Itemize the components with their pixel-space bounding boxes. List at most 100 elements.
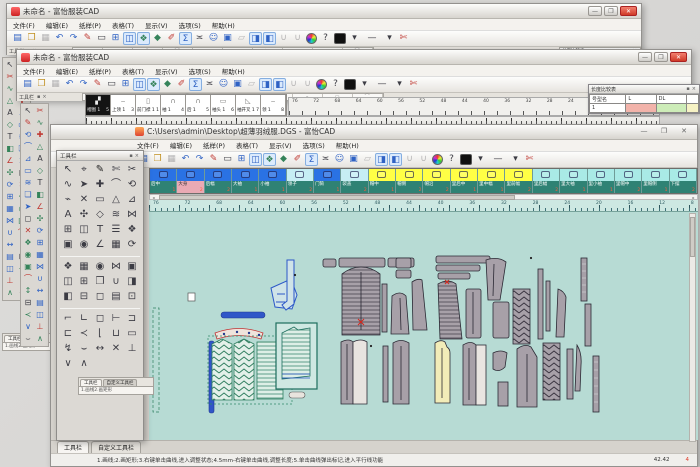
g-icon[interactable]: ∿ — [60, 178, 76, 193]
b-icon[interactable]: ⊟ — [76, 290, 92, 305]
tool-icon[interactable]: A — [34, 153, 46, 165]
pattern-piece-cell-里前幅[interactable]: 里前幅2 — [505, 169, 532, 193]
r-icon[interactable]: ↔ — [92, 342, 108, 357]
b-icon[interactable]: ◧ — [60, 290, 76, 305]
k-icon[interactable]: A — [60, 208, 76, 223]
pattern-piece-cell-袋盖[interactable]: 袋盖2 — [341, 169, 368, 193]
k-icon[interactable]: ⊥ — [124, 342, 140, 357]
close-panel-icon[interactable]: × — [41, 94, 47, 100]
r-icon[interactable]: ✎ — [92, 163, 108, 178]
measure-sum-icon[interactable]: Σ — [189, 78, 202, 91]
tool-icon[interactable]: ⊞ — [34, 237, 46, 249]
tool-icon[interactable]: ❖ — [22, 237, 34, 249]
pattern-piece-cell-帽沿[interactable]: 帽沿2 — [423, 169, 450, 193]
g-icon[interactable]: ❖ — [124, 223, 140, 238]
pattern-piece-cell-领子[interactable]: 领子2 — [287, 169, 314, 193]
view-split-icon[interactable]: ◫ — [123, 32, 136, 45]
close-button[interactable]: ✕ — [620, 6, 637, 16]
show-pattern-icon[interactable]: ❖ — [263, 153, 276, 166]
model-manager-icon[interactable]: ☺ — [207, 32, 220, 45]
r-icon[interactable]: ◻ — [92, 312, 108, 327]
menu-item-1[interactable]: 编辑(E) — [56, 66, 78, 76]
tool-icon[interactable]: ◇ — [4, 119, 16, 131]
b-icon[interactable]: ∪ — [108, 275, 124, 290]
scroll-left-icon[interactable]: ◂ — [150, 195, 157, 200]
r-icon[interactable]: △ — [108, 193, 124, 208]
new-file-icon[interactable]: ▤ — [11, 32, 24, 45]
tool-icon[interactable]: ⌒ — [22, 141, 34, 153]
template-cell-褶图[interactable]: ▞褶图 15 — [86, 95, 111, 115]
k-icon[interactable]: T — [92, 223, 108, 238]
seam-b-icon[interactable]: ∪ — [301, 78, 314, 91]
plot-icon[interactable]: ◨ — [375, 153, 388, 166]
pattern-piece-cell-大袖[interactable]: 大袖1 — [232, 169, 259, 193]
dim-tool-icon[interactable]: ▱ — [235, 32, 248, 45]
r-icon[interactable]: ⌊ — [92, 327, 108, 342]
minimize-button[interactable]: — — [635, 127, 653, 137]
seam-b-icon[interactable]: ∪ — [417, 153, 430, 166]
titlebar-1[interactable]: 未命名 - 富怡服装CAD — ❐ ✕ — [7, 4, 641, 19]
menu-item-6[interactable]: 帮助(H) — [336, 140, 359, 150]
tool-icon[interactable]: ∿ — [34, 117, 46, 129]
rect-tool-icon[interactable]: ▭ — [221, 153, 234, 166]
menu-item-0[interactable]: 文件(F) — [13, 20, 35, 30]
pen-tool-icon[interactable]: ✎ — [81, 32, 94, 45]
tool-icon[interactable]: A — [4, 107, 16, 119]
tab-toolbar[interactable]: 工具栏 — [57, 441, 89, 453]
template-cell-上领[interactable]: ⌢上领 13 — [111, 95, 136, 115]
undo-icon[interactable]: ↶ — [53, 32, 66, 45]
swatch-dropdown-icon[interactable]: ▾ — [348, 32, 361, 45]
r-icon[interactable]: ▭ — [124, 327, 140, 342]
scrollbar-thumb[interactable] — [690, 217, 695, 257]
close-button[interactable]: ✕ — [675, 127, 693, 137]
tool-icon[interactable]: ⟲ — [22, 129, 34, 141]
menu-item-3[interactable]: 表格(T) — [236, 140, 258, 150]
pattern-piece-cell-小袖[interactable]: 小袖1 — [259, 169, 286, 193]
tool-icon[interactable]: ↖ — [4, 59, 16, 71]
tool-icon[interactable]: ✣ — [4, 167, 16, 179]
view-split-icon[interactable]: ◫ — [133, 78, 146, 91]
template-cell-领[interactable]: ⌢领 18 — [261, 95, 286, 115]
notch-tool-icon[interactable]: ✐ — [165, 32, 178, 45]
tool-icon[interactable]: ⊿ — [22, 153, 34, 165]
menu-item-5[interactable]: 选项(S) — [303, 140, 325, 150]
tool-icon[interactable]: ⌣ — [22, 333, 34, 345]
menu-item-2[interactable]: 纸样(P) — [79, 20, 101, 30]
tool-icon[interactable]: ◇ — [34, 165, 46, 177]
pattern-piece-cell-大身[interactable]: 大身2 — [177, 169, 204, 193]
show-pattern-icon[interactable]: ❖ — [147, 78, 160, 91]
rect-tool-icon[interactable]: ▭ — [95, 32, 108, 45]
menu-item-1[interactable]: 编辑(E) — [170, 140, 192, 150]
b-icon[interactable]: ➤ — [76, 178, 92, 193]
line-style-icon[interactable]: — — [372, 78, 392, 91]
tool-icon[interactable]: ⋈ — [4, 215, 16, 227]
tool-icon[interactable]: ∧ — [34, 333, 46, 345]
tool-icon[interactable]: ▤ — [4, 251, 16, 263]
fill-tool-icon[interactable]: ◆ — [161, 78, 174, 91]
template-cell-袖头[interactable]: ▭袖头 16 — [211, 95, 236, 115]
menu-item-4[interactable]: 显示(V) — [145, 20, 168, 30]
close-button[interactable]: ✕ — [670, 52, 687, 62]
tool-icon[interactable]: ∧ — [4, 287, 16, 299]
k-icon[interactable]: ∧ — [76, 357, 92, 372]
k-icon[interactable]: ⊔ — [108, 327, 124, 342]
line-style-icon[interactable]: — — [362, 32, 382, 45]
vertical-scrollbar[interactable] — [689, 213, 696, 442]
b-icon[interactable]: ⊡ — [124, 290, 140, 305]
fill-tool-icon[interactable]: ◆ — [277, 153, 290, 166]
pattern-table-icon[interactable]: ⊞ — [119, 78, 132, 91]
tool-icon[interactable]: ∠ — [4, 155, 16, 167]
open-file-icon[interactable]: ❒ — [35, 78, 48, 91]
value-cell-L[interactable] — [626, 104, 656, 113]
tool-icon[interactable]: T — [34, 177, 46, 189]
plot-icon[interactable]: ◨ — [259, 78, 272, 91]
compare-tool-icon[interactable]: ≍ — [319, 153, 332, 166]
b-icon[interactable]: ▣ — [124, 260, 140, 275]
tool-icon[interactable]: ∿ — [4, 83, 16, 95]
dim-tool-icon[interactable]: ▱ — [245, 78, 258, 91]
undo-icon[interactable]: ↶ — [179, 153, 192, 166]
print-icon[interactable]: ◧ — [273, 78, 286, 91]
pattern-piece-cell-里帽中[interactable]: 里帽中2 — [615, 169, 642, 193]
b-icon[interactable]: ⌖ — [76, 163, 92, 178]
seam-a-icon[interactable]: ∪ — [287, 78, 300, 91]
